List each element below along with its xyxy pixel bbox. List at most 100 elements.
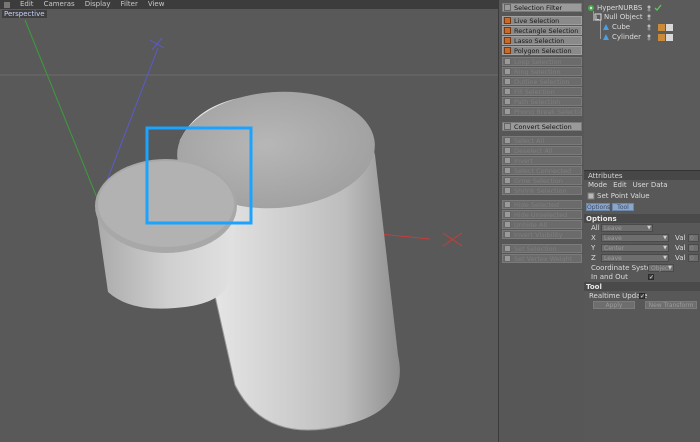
all-label: All [591,224,600,232]
realtime-update-checkbox[interactable]: ✓ [639,293,645,300]
menu-item-outline-selection[interactable]: Outline Selection [502,77,582,86]
menu-item-ring-selection[interactable]: Ring Selection [502,67,582,76]
z-mode-dropdown[interactable]: Leave ▼ [601,254,669,262]
polygon-selection-icon [504,47,511,54]
hide-unselected-icon [504,211,511,218]
x-mode-dropdown[interactable]: Leave ▼ [601,234,669,242]
object-tags [647,4,673,41]
menu-view[interactable]: View [148,0,165,9]
fill-selection-icon [504,88,511,95]
x-mode-value: Leave [604,235,622,242]
x-val-field[interactable]: 0 m [688,234,699,242]
cube-icon [603,23,609,30]
menu-item-path-selection[interactable]: Path Selection [502,97,582,106]
grow-selection-icon [504,177,511,184]
menu-edit[interactable]: Edit [20,0,34,9]
svg-text:L: L [596,15,599,21]
x-val-label: Val [675,234,686,242]
in-and-out-checkbox[interactable]: ✓ [648,274,654,281]
menu-item-polygon-selection[interactable]: Polygon Selection [502,46,582,55]
menu-item-select-connected[interactable]: Select Connected [502,166,582,175]
menu-item-loop-selection[interactable]: Loop Selection [502,57,582,66]
tree-line [600,20,601,39]
object-row-cylinder[interactable]: Cylinder [602,32,641,41]
options-header-label: Options [586,214,617,223]
short-cylinder[interactable] [95,159,238,309]
new-transform-button[interactable]: New Transform [645,301,697,309]
menu-item-phong-break-selection[interactable]: Phong Break Selection [502,107,582,116]
live-selection-icon [504,17,511,24]
coordinate-system-dropdown[interactable]: Object ▼ [648,264,674,272]
grip-icon [4,1,10,8]
chevron-down-icon: ▼ [647,225,651,231]
y-val-field[interactable]: 0 m [688,244,699,252]
unhide-all-icon [504,221,511,228]
tab-tool[interactable]: Tool [612,203,634,211]
cylinder-icon [603,33,609,40]
chevron-down-icon: ▼ [663,255,667,261]
menu-item-set-selection[interactable]: Set Selection [502,244,582,253]
hide-selected-icon [504,201,511,208]
shrink-selection-icon [504,187,511,194]
chevron-down-icon: ▼ [668,265,672,271]
menu-item-deselect-all[interactable]: Deselect All [502,146,582,155]
menu-filter[interactable]: Filter [121,0,138,9]
menu-cameras[interactable]: Cameras [44,0,75,9]
menu-item-convert-selection[interactable]: Convert Selection [502,122,582,131]
menu-item-rectangle-selection[interactable]: Rectangle Selection [502,26,582,35]
convert-selection-icon [504,123,511,130]
y-mode-value: Center [604,245,625,252]
tool-section-header: Tool [584,282,700,291]
y-val-label: Val [675,244,686,252]
attributes-title: Attributes [588,171,623,180]
z-axis-line [24,19,109,226]
object-row-null-object[interactable]: L Null Object [594,12,643,21]
chevron-down-icon: ▼ [663,235,667,241]
in-and-out-label: In and Out [591,273,628,281]
tool-name: Set Point Value [597,192,650,200]
viewport-scene[interactable] [0,0,498,442]
menu-item-unhide-all[interactable]: Unhide All [502,220,582,229]
filter-icon [504,4,511,11]
x-axis-line [379,233,431,240]
tab-options[interactable]: Options [586,203,610,211]
attr-menu-mode[interactable]: Mode [588,181,607,189]
select-all-icon [504,137,511,144]
viewport-menubar: Edit Cameras Display Filter View [0,0,498,9]
menu-item-invert-visibility[interactable]: Invert Visibility [502,230,582,239]
menu-item-invert[interactable]: Invert [502,156,582,165]
z-mode-value: Leave [604,255,622,262]
apply-button[interactable]: Apply [593,301,635,309]
z-val-label: Val [675,254,686,262]
invert-visibility-icon [504,231,511,238]
x-axis-label: X [591,234,596,242]
menu-item-set-vertex-weight[interactable]: Set Vertex Weight [502,254,582,263]
tool-header-label: Tool [586,282,602,291]
object-row-cube[interactable]: Cube [602,22,630,31]
z-val-field[interactable]: 0 m [688,254,699,262]
set-vertex-weight-icon [504,255,511,262]
menu-item-lasso-selection[interactable]: Lasso Selection [502,36,582,45]
menu-item-grow-selection[interactable]: Grow Selection [502,176,582,185]
loop-selection-icon [504,58,511,65]
attr-menu-edit[interactable]: Edit [613,181,627,189]
menu-item-hide-unselected[interactable]: Hide Unselected [502,210,582,219]
menu-item-selection-filter[interactable]: Selection Filter [502,3,582,12]
object-row-hypernurbs[interactable]: HyperNURBS [587,3,642,12]
menu-display[interactable]: Display [85,0,111,9]
menu-item-shrink-selection[interactable]: Shrink Selection [502,186,582,195]
object-manager: HyperNURBS L Null Object Cube Cylinder [584,0,700,170]
y-mode-dropdown[interactable]: Center ▼ [601,244,669,252]
tool-icon [587,192,595,200]
chevron-down-icon: ▼ [663,245,667,251]
null-object-icon: L [594,13,602,21]
attr-menu-user-data[interactable]: User Data [633,181,668,189]
3d-viewport[interactable]: Edit Cameras Display Filter View Perspec… [0,0,498,442]
menu-item-select-all[interactable]: Select All [502,136,582,145]
all-mode-dropdown[interactable]: Leave ▼ [601,224,653,232]
menu-item-fill-selection[interactable]: Fill Selection [502,87,582,96]
menu-item-live-selection[interactable]: Live Selection [502,16,582,25]
menu-item-hide-selected[interactable]: Hide Selected [502,200,582,209]
selection-menu-panel: Selection Filter Live Selection Rectangl… [498,0,584,442]
hypernurbs-icon [588,4,594,11]
